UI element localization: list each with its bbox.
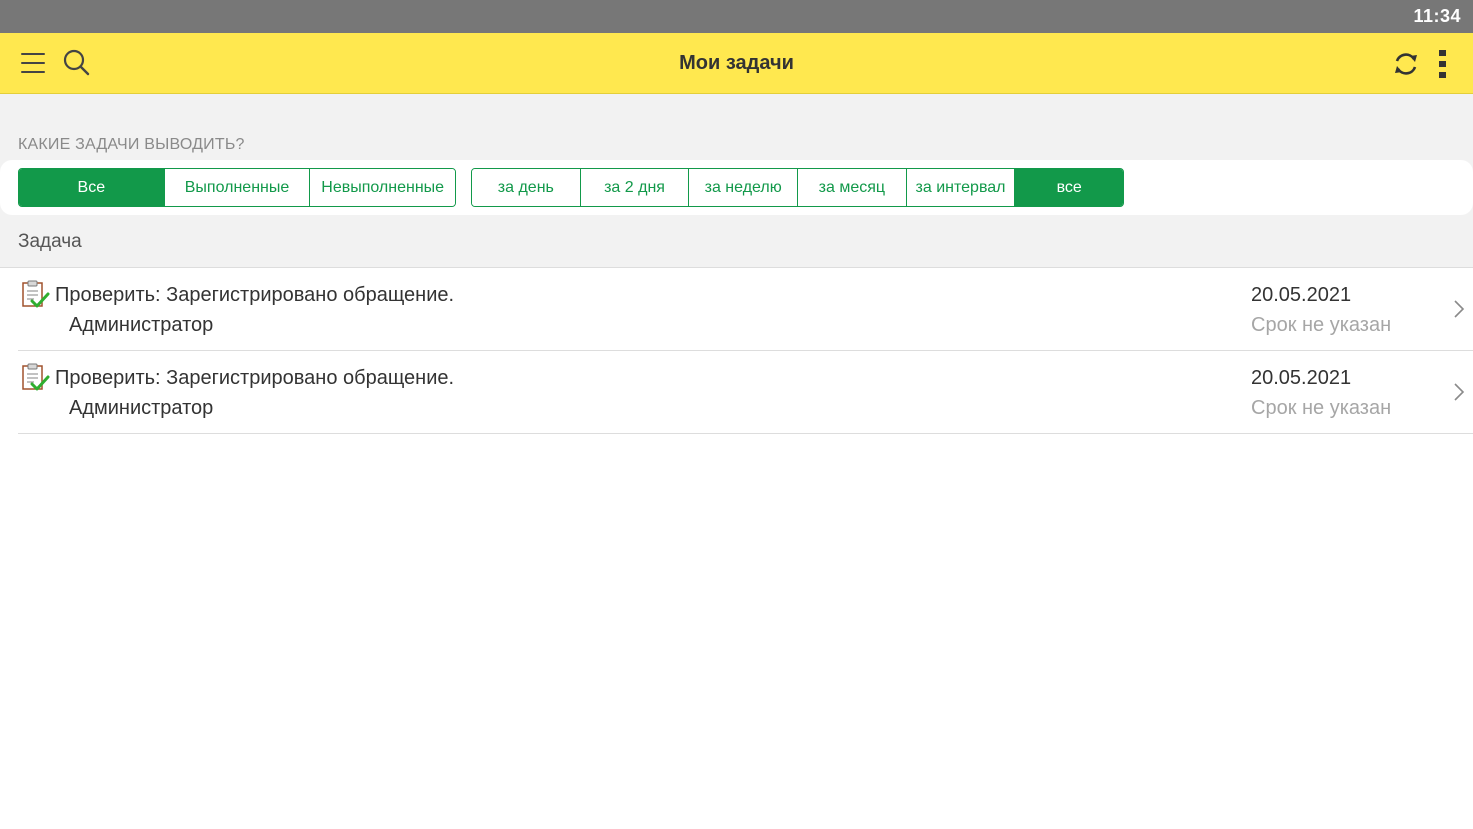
filter-caption: КАКИЕ ЗАДАЧИ ВЫВОДИТЬ? [18, 136, 245, 153]
period-option-all[interactable]: все [1014, 169, 1123, 206]
task-title: Проверить: Зарегистрировано обращение. [55, 367, 455, 389]
period-filter: за день за 2 дня за неделю за месяц за и… [471, 168, 1124, 207]
filter-panel: Все Выполненные Невыполненные за день за… [0, 160, 1473, 215]
app-toolbar: Мои задачи [0, 33, 1473, 94]
more-vertical-icon [1439, 50, 1446, 78]
status-option-not-completed[interactable]: Невыполненные [309, 169, 455, 206]
task-row[interactable]: Проверить: Зарегистрировано обращение. А… [18, 351, 1473, 434]
status-filter: Все Выполненные Невыполненные [18, 168, 456, 207]
status-option-all[interactable]: Все [19, 169, 164, 206]
page-title: Мои задачи [679, 52, 794, 74]
task-author: Администратор [69, 397, 214, 419]
refresh-icon [1395, 53, 1417, 75]
task-check-icon [22, 363, 50, 391]
task-row[interactable]: Проверить: Зарегистрировано обращение. А… [18, 268, 1473, 351]
status-option-completed[interactable]: Выполненные [163, 169, 310, 206]
chevron-right-icon [1454, 383, 1465, 401]
period-option-interval[interactable]: за интервал [905, 169, 1015, 206]
period-option-day[interactable]: за день [472, 169, 580, 206]
task-date: 20.05.2021 [1251, 284, 1352, 306]
filter-area: КАКИЕ ЗАДАЧИ ВЫВОДИТЬ? Все Выполненные Н… [0, 94, 1473, 267]
period-option-week[interactable]: за неделю [688, 169, 798, 206]
task-date: 20.05.2021 [1251, 367, 1352, 389]
status-bar-clock: 11:34 [1413, 6, 1461, 26]
more-options-button[interactable] [1424, 44, 1464, 84]
task-deadline: Срок не указан [1251, 397, 1392, 419]
main-content: КАКИЕ ЗАДАЧИ ВЫВОДИТЬ? Все Выполненные Н… [0, 94, 1473, 829]
chevron-right-icon [1454, 300, 1465, 318]
refresh-button[interactable] [1386, 44, 1426, 84]
status-bar: 11:34 [0, 0, 1473, 33]
task-author: Администратор [69, 314, 214, 336]
task-check-icon [22, 280, 50, 308]
task-title: Проверить: Зарегистрировано обращение. [55, 284, 455, 306]
period-option-2-days[interactable]: за 2 дня [579, 169, 689, 206]
period-option-month[interactable]: за месяц [797, 169, 906, 206]
task-deadline: Срок не указан [1251, 314, 1392, 336]
column-header-task: Задача [18, 231, 82, 252]
task-list: Проверить: Зарегистрировано обращение. А… [0, 267, 1473, 434]
